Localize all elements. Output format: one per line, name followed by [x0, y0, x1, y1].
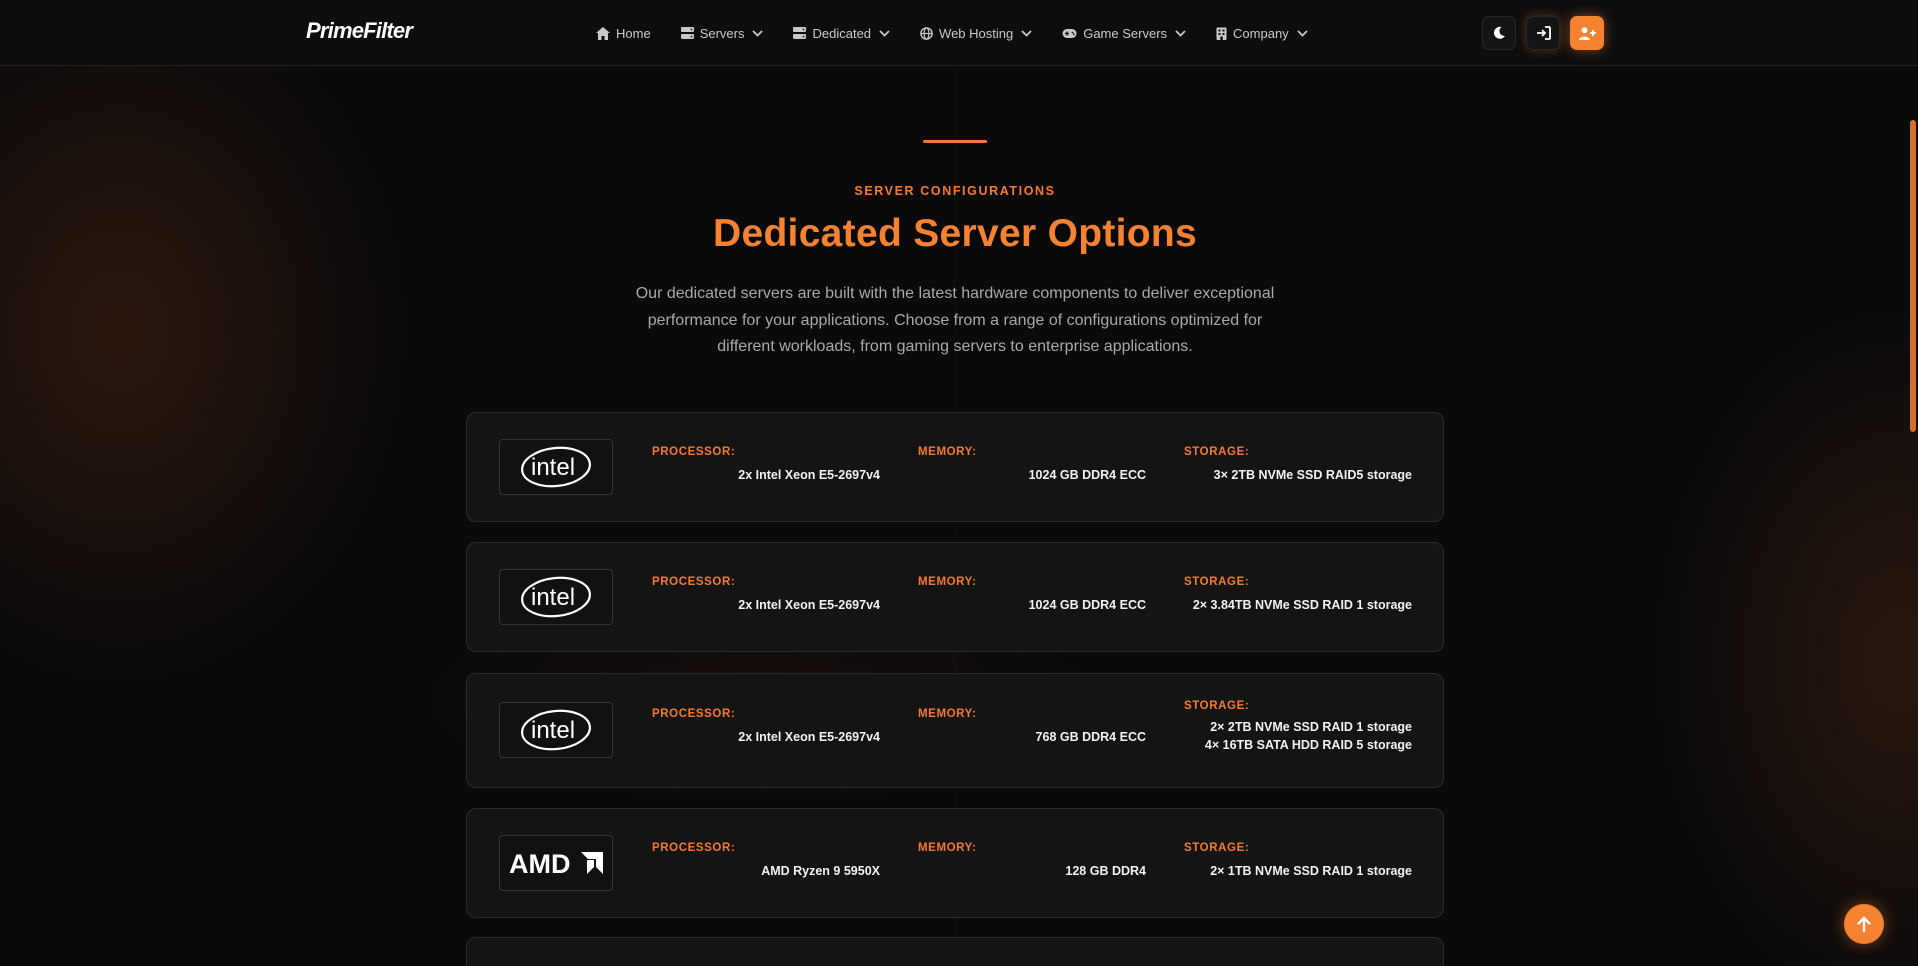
storage-label: STORAGE: — [1184, 842, 1250, 854]
intel-logo: intel — [499, 439, 613, 495]
server-icon — [793, 27, 807, 39]
main-nav: Home Servers Dedicated Web Hosting Game … — [596, 0, 1338, 66]
nav-label-servers: Servers — [699, 25, 745, 41]
server-card[interactable]: AMD PROCESSOR: AMD Ryzen 9 5950X MEMORY:… — [466, 808, 1444, 918]
user-plus-icon — [1578, 26, 1596, 40]
storage-value: 2× 2TB NVMe SSD RAID 1 storage — [1210, 720, 1412, 734]
nav-label-dedicated: Dedicated — [812, 25, 872, 41]
memory-label: MEMORY: — [918, 708, 977, 720]
intel-logo-icon: intel — [521, 446, 591, 488]
chevron-down-icon — [1297, 29, 1308, 37]
register-button[interactable] — [1570, 16, 1604, 50]
intel-logo-icon: intel — [521, 709, 591, 751]
memory-value: 1024 GB DDR4 ECC — [1028, 598, 1146, 612]
nav-item-home[interactable]: Home — [596, 26, 651, 41]
nav-label-company: Company — [1233, 25, 1289, 41]
scroll-to-top-button[interactable] — [1844, 904, 1884, 944]
svg-text:intel: intel — [531, 454, 575, 481]
memory-col: MEMORY: 1024 GB DDR4 ECC — [918, 446, 1146, 484]
section-description: Our dedicated servers are built with the… — [635, 285, 1275, 355]
processor-col: PROCESSOR: 2x Intel Xeon E5-2697v4 — [652, 446, 880, 484]
amd-logo: AMD — [499, 835, 613, 891]
chevron-down-icon — [1175, 29, 1186, 37]
server-card[interactable] — [466, 937, 1444, 966]
intel-logo: intel — [499, 569, 613, 625]
section-title: Dedicated Server Options — [712, 212, 1198, 255]
nav-label-game-servers: Game Servers — [1083, 25, 1168, 41]
memory-col: MEMORY: 1024 GB DDR4 ECC — [918, 576, 1146, 614]
nav-item-game-servers[interactable]: Game Servers — [1062, 26, 1186, 41]
memory-value: 1024 GB DDR4 ECC — [1028, 468, 1146, 482]
building-icon — [1216, 27, 1227, 40]
sign-in-icon — [1536, 26, 1551, 40]
server-card[interactable]: intel PROCESSOR: 2x Intel Xeon E5-2697v4… — [466, 542, 1444, 652]
nav-label-web-hosting: Web Hosting — [939, 25, 1014, 41]
moon-icon — [1493, 26, 1505, 39]
memory-value: 128 GB DDR4 — [1065, 864, 1146, 878]
intel-logo-icon: intel — [521, 576, 591, 618]
storage-label: STORAGE: — [1184, 446, 1250, 458]
nav-item-web-hosting[interactable]: Web Hosting — [920, 26, 1032, 41]
arrow-up-icon — [1857, 916, 1871, 932]
memory-col: MEMORY: 768 GB DDR4 ECC — [918, 708, 1146, 746]
page-scrollbar-thumb[interactable] — [1910, 120, 1916, 432]
storage-value: 4× 16TB SATA HDD RAID 5 storage — [1204, 738, 1412, 752]
svg-text:intel: intel — [531, 717, 575, 744]
storage-value: 2× 1TB NVMe SSD RAID 1 storage — [1210, 864, 1412, 878]
nav-item-company[interactable]: Company — [1216, 26, 1308, 41]
chevron-down-icon — [1021, 29, 1032, 37]
processor-col: PROCESSOR: 2x Intel Xeon E5-2697v4 — [652, 708, 880, 746]
storage-value: 3× 2TB NVMe SSD RAID5 storage — [1213, 468, 1412, 482]
processor-value: 2x Intel Xeon E5-2697v4 — [738, 598, 880, 612]
memory-col: MEMORY: 128 GB DDR4 — [918, 842, 1146, 880]
gamepad-icon — [1062, 28, 1077, 38]
processor-value: AMD Ryzen 9 5950X — [761, 864, 880, 878]
memory-label: MEMORY: — [918, 576, 977, 588]
processor-col: PROCESSOR: 2x Intel Xeon E5-2697v4 — [652, 576, 880, 614]
server-card[interactable]: intel PROCESSOR: 2x Intel Xeon E5-2697v4… — [466, 673, 1444, 788]
header-actions — [1482, 16, 1604, 50]
accent-divider — [923, 140, 987, 143]
processor-label: PROCESSOR: — [652, 842, 736, 854]
page: PrimeFilter Home Servers Dedicated Web H… — [0, 0, 1918, 966]
svg-text:intel: intel — [531, 584, 575, 611]
memory-label: MEMORY: — [918, 446, 977, 458]
server-card[interactable]: intel PROCESSOR: 2x Intel Xeon E5-2697v4… — [466, 412, 1444, 522]
storage-value: 2× 3.84TB NVMe SSD RAID 1 storage — [1192, 598, 1412, 612]
processor-value: 2x Intel Xeon E5-2697v4 — [738, 468, 880, 482]
processor-label: PROCESSOR: — [652, 446, 736, 458]
login-button[interactable] — [1526, 16, 1560, 50]
memory-value: 768 GB DDR4 ECC — [1035, 730, 1146, 744]
storage-col: STORAGE: 2× 1TB NVMe SSD RAID 1 storage — [1184, 842, 1412, 880]
processor-label: PROCESSOR: — [652, 576, 736, 588]
top-navbar: PrimeFilter Home Servers Dedicated Web H… — [0, 0, 1918, 66]
processor-value: 2x Intel Xeon E5-2697v4 — [738, 730, 880, 744]
theme-toggle-button[interactable] — [1482, 16, 1516, 50]
nav-item-dedicated[interactable]: Dedicated — [793, 26, 890, 41]
intel-logo: intel — [499, 702, 613, 758]
globe-icon — [920, 26, 933, 40]
nav-item-servers[interactable]: Servers — [680, 25, 764, 41]
section-eyebrow: SERVER CONFIGURATIONS — [854, 184, 1056, 198]
storage-label: STORAGE: — [1184, 576, 1250, 588]
amd-logo-icon: AMD — [509, 849, 603, 878]
chevron-down-icon — [752, 29, 764, 37]
nav-label-home: Home — [616, 25, 651, 41]
storage-col: STORAGE: 3× 2TB NVMe SSD RAID5 storage — [1184, 446, 1412, 484]
server-icon — [680, 27, 694, 39]
home-icon — [596, 26, 610, 40]
brand-logo[interactable]: PrimeFilter — [306, 18, 413, 44]
storage-col: STORAGE: 2× 2TB NVMe SSD RAID 1 storage … — [1184, 700, 1412, 754]
processor-col: PROCESSOR: AMD Ryzen 9 5950X — [652, 842, 880, 880]
storage-col: STORAGE: 2× 3.84TB NVMe SSD RAID 1 stora… — [1184, 576, 1412, 614]
memory-label: MEMORY: — [918, 842, 977, 854]
processor-label: PROCESSOR: — [652, 708, 736, 720]
svg-text:AMD: AMD — [509, 849, 571, 878]
storage-label: STORAGE: — [1184, 700, 1250, 712]
chevron-down-icon — [879, 29, 890, 37]
